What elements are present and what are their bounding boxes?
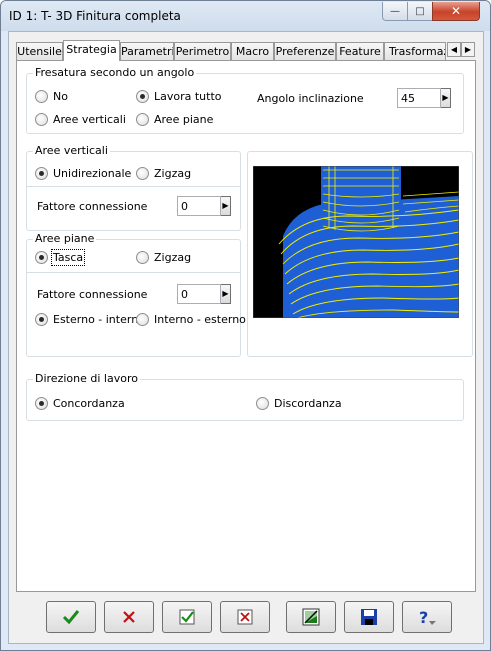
tab-strategia[interactable]: Strategia [63, 40, 120, 61]
fattore-connessione-verticali-spinner: ▶ [177, 196, 231, 216]
radio-label: Lavora tutto [154, 90, 222, 103]
radio-circle [136, 313, 149, 326]
arrow-left-icon: ◀ [450, 45, 458, 54]
tab-utensile[interactable]: Utensile [16, 42, 63, 60]
preview-button[interactable] [286, 601, 336, 633]
help-question-icon: ? [419, 608, 436, 626]
radio-discordanza[interactable]: Discordanza [256, 397, 342, 410]
tab-scroll-right-button[interactable]: ▶ [461, 42, 475, 57]
minimize-icon: — [390, 5, 400, 17]
fattore-connessione-piane-input[interactable] [177, 284, 221, 304]
radio-circle [136, 167, 149, 180]
radio-circle-checked [136, 90, 149, 103]
radio-circle [256, 397, 269, 410]
maximize-icon: □ [415, 5, 425, 17]
spin-arrow-button[interactable]: ▶ [441, 88, 451, 108]
radio-circle [136, 251, 149, 264]
tab-preferenze[interactable]: Preferenze [274, 42, 336, 60]
title-bar[interactable]: ID 1: T- 3D Finitura completa — □ ✕ [1, 1, 490, 31]
cross-box-icon [237, 609, 253, 625]
spin-arrow-button[interactable]: ▶ [221, 284, 231, 304]
arrow-right-icon: ▶ [222, 201, 229, 210]
checkmark-icon [62, 610, 80, 625]
radio-label: Concordanza [53, 397, 125, 410]
radio-label: Unidirezionale [53, 167, 132, 180]
radio-label: Interno - esterno [154, 313, 246, 326]
tab-macro[interactable]: Macro [231, 42, 274, 60]
toolpath-preview-image [253, 166, 459, 318]
tab-trasformazioni[interactable]: Trasformaz [384, 42, 446, 60]
divider [27, 186, 240, 187]
tab-feature[interactable]: Feature [336, 42, 384, 60]
radio-label: Zigzag [154, 167, 192, 180]
ok-button[interactable] [46, 601, 96, 633]
minimize-button[interactable]: — [382, 2, 408, 21]
aree-verticali-group-title: Aree verticali [33, 144, 110, 157]
discard-button[interactable] [220, 601, 270, 633]
radio-lavora-tutto[interactable]: Lavora tutto [136, 90, 222, 103]
tab-parametri[interactable]: Parametri [120, 42, 174, 60]
divider [27, 272, 240, 273]
fattore-connessione-piane-spinner: ▶ [177, 284, 231, 304]
cancel-button[interactable] [104, 601, 154, 633]
fattore-connessione-piane-label: Fattore connessione [37, 288, 148, 301]
save-button[interactable] [344, 601, 394, 633]
strategia-panel: Fresatura secondo un angolo No Lavora tu… [16, 60, 476, 592]
radio-aree-verticali[interactable]: Aree verticali [35, 113, 126, 126]
angolo-inclinazione-input[interactable] [397, 88, 441, 108]
svg-text:?: ? [419, 608, 428, 626]
radio-label: Discordanza [274, 397, 342, 410]
radio-label: No [53, 90, 68, 103]
aree-piane-group-title: Aree piane [33, 232, 97, 245]
arrow-right-icon: ▶ [222, 289, 229, 298]
tab-scroll-left-button[interactable]: ◀ [447, 42, 461, 57]
radio-label: Aree piane [154, 113, 214, 126]
radio-label: Esterno - interno [53, 313, 145, 326]
radio-circle [35, 90, 48, 103]
fattore-connessione-verticali-label: Fattore connessione [37, 200, 148, 213]
radio-zigzag-piane[interactable]: Zigzag [136, 251, 191, 264]
direzione-group-title: Direzione di lavoro [33, 372, 140, 385]
radio-circle-checked [35, 313, 48, 326]
arrow-right-icon: ▶ [442, 93, 449, 102]
dialog-window: ID 1: T- 3D Finitura completa — □ ✕ Uten… [0, 0, 491, 651]
dialog-client-area: Utensile Strategia Parametri Perimetro M… [8, 31, 484, 644]
radio-circle-checked [35, 167, 48, 180]
window-title: ID 1: T- 3D Finitura completa [9, 9, 181, 23]
aree-verticali-group: Aree verticali [26, 144, 241, 231]
radio-circle [136, 113, 149, 126]
radio-label: Zigzag [154, 251, 192, 264]
angolo-inclinazione-spinner: ▶ [397, 88, 451, 108]
save-disk-icon [361, 609, 377, 625]
radio-interno-esterno[interactable]: Interno - esterno [136, 313, 246, 326]
arrow-right-icon: ▶ [464, 45, 472, 54]
preview-image-icon [302, 608, 320, 626]
radio-label: Aree verticali [53, 113, 126, 126]
help-button[interactable]: ? [402, 601, 452, 633]
fresatura-group-title: Fresatura secondo un angolo [33, 66, 197, 79]
radio-concordanza[interactable]: Concordanza [35, 397, 125, 410]
radio-label: Tasca [50, 249, 86, 266]
spin-arrow-button[interactable]: ▶ [221, 196, 231, 216]
radio-tasca[interactable]: Tasca [35, 249, 86, 266]
tab-strip: Utensile Strategia Parametri Perimetro M… [16, 40, 476, 61]
radio-zigzag-verticali[interactable]: Zigzag [136, 167, 191, 180]
tab-perimetro[interactable]: Perimetro [174, 42, 231, 60]
close-icon: ✕ [450, 4, 462, 18]
radio-aree-piane[interactable]: Aree piane [136, 113, 213, 126]
radio-circle-checked [35, 251, 48, 264]
fattore-connessione-verticali-input[interactable] [177, 196, 221, 216]
radio-unidirezionale[interactable]: Unidirezionale [35, 167, 131, 180]
close-button[interactable]: ✕ [432, 2, 480, 21]
radio-esterno-interno[interactable]: Esterno - interno [35, 313, 145, 326]
maximize-button[interactable]: □ [407, 2, 433, 21]
angolo-inclinazione-label: Angolo inclinazione [257, 92, 364, 105]
cross-icon [123, 611, 135, 623]
check-box-icon [179, 609, 195, 625]
apply-button[interactable] [162, 601, 212, 633]
radio-circle-checked [35, 397, 48, 410]
radio-no[interactable]: No [35, 90, 68, 103]
radio-circle [35, 113, 48, 126]
